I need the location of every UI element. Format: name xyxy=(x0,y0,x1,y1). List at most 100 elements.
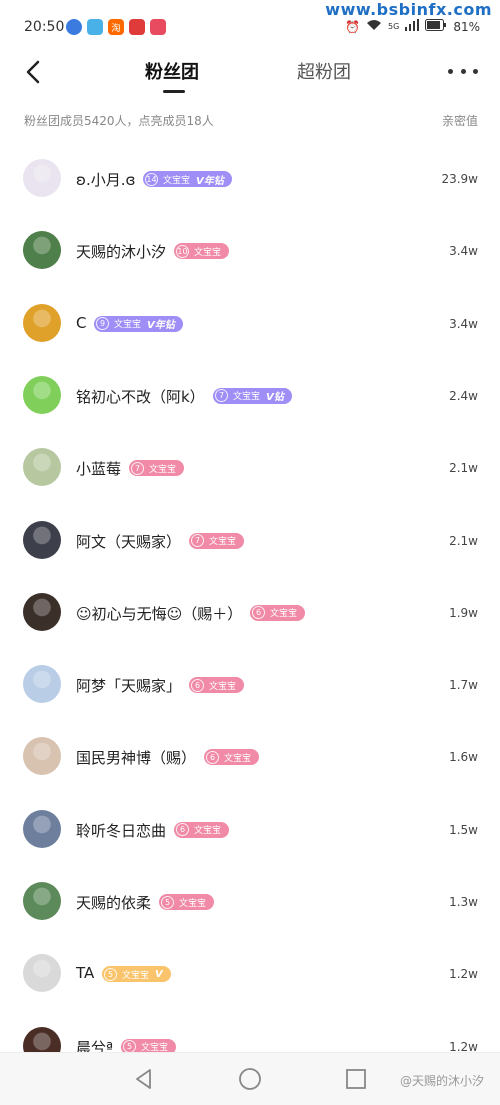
fan-row[interactable]: 天赐的依柔 5 文宝宝 1.3w xyxy=(0,865,500,937)
intimacy-value: 1.7w xyxy=(449,678,478,693)
more-options-button[interactable] xyxy=(448,58,478,84)
fan-level-badge: 7 文宝宝 xyxy=(189,532,245,549)
avatar[interactable] xyxy=(23,954,61,993)
site-watermark: www.bsbinfx.com xyxy=(325,0,492,19)
username[interactable]: TA xyxy=(76,964,94,982)
app-notification-icon xyxy=(150,19,166,35)
nav-home-button[interactable] xyxy=(238,1067,262,1091)
level-number: 6 xyxy=(191,678,204,692)
fan-member-list[interactable]: ʚ.小月.ɞ 14 文宝宝 V年钻 23.9w 天赐的沐小汐 10 文宝宝 3.4w C 9 文宝宝 V… xyxy=(0,142,500,1052)
level-number: 5 xyxy=(104,967,117,981)
avatar[interactable] xyxy=(23,665,61,704)
badge-label: 文宝宝 xyxy=(122,970,150,981)
level-number: 14 xyxy=(145,172,158,186)
back-button[interactable] xyxy=(18,56,50,88)
avatar[interactable] xyxy=(23,159,61,197)
wifi-icon xyxy=(366,19,382,34)
header: 粉丝团 超粉团 xyxy=(0,52,500,94)
badge-label: 文宝宝 xyxy=(209,537,237,547)
username[interactable]: 小蓝莓 xyxy=(76,458,121,479)
fan-row[interactable]: 国民男神博（赐） 6 文宝宝 1.6w xyxy=(0,720,500,792)
more-dot-icon xyxy=(448,68,453,74)
username[interactable]: 铭初心不改（阿k） xyxy=(76,386,205,407)
system-nav-bar: @天赐的沐小汐 xyxy=(0,1052,500,1105)
username[interactable]: 晨兮ª xyxy=(76,1037,113,1052)
vip-tag: V年钻 xyxy=(196,175,224,187)
avatar[interactable] xyxy=(23,520,61,559)
avatar[interactable] xyxy=(23,375,61,414)
status-time: 20:50 xyxy=(24,19,65,35)
username[interactable]: ☺初心与无悔☺（赐＋） xyxy=(76,603,242,624)
avatar[interactable] xyxy=(23,809,61,848)
intimacy-value: 1.3w xyxy=(449,895,478,909)
badge-label: 文宝宝 xyxy=(179,898,207,909)
tab-super-fan-group[interactable]: 超粉团 xyxy=(297,58,351,84)
avatar[interactable] xyxy=(23,448,61,487)
avatar[interactable] xyxy=(23,303,61,342)
avatar[interactable] xyxy=(23,1026,61,1052)
intimacy-value: 2.1w xyxy=(449,461,478,476)
signal-icon xyxy=(405,19,420,34)
avatar[interactable] xyxy=(23,882,61,920)
fan-row[interactable]: 天赐的沐小汐 10 文宝宝 3.4w xyxy=(0,214,500,286)
username[interactable]: 阿梦「天赐家」 xyxy=(76,675,181,696)
fan-row[interactable]: 晨兮ª 5 文宝宝 1.2w xyxy=(0,1010,500,1052)
fan-level-badge: 14 文宝宝 V年钻 xyxy=(143,171,232,187)
badge-label: 文宝宝 xyxy=(149,464,177,475)
intimacy-value: 1.2w xyxy=(449,967,478,982)
level-number: 7 xyxy=(131,461,144,475)
fan-level-badge: 7 文宝宝 xyxy=(129,460,185,477)
tab-fan-group[interactable]: 粉丝团 xyxy=(145,58,199,84)
badge-label: 文宝宝 xyxy=(224,753,252,764)
intimacy-column-header: 亲密值 xyxy=(441,114,478,128)
avatar[interactable] xyxy=(23,592,61,631)
username[interactable]: 天赐的沐小汐 xyxy=(76,241,166,262)
intimacy-value: 1.9w xyxy=(449,605,478,620)
fan-row[interactable]: 阿梦「天赐家」 6 文宝宝 1.7w xyxy=(0,648,500,720)
intimacy-value: 3.4w xyxy=(449,316,478,331)
fan-level-badge: 6 文宝宝 xyxy=(189,677,245,694)
username[interactable]: 国民男神博（赐） xyxy=(76,747,196,768)
nav-back-button[interactable] xyxy=(132,1067,156,1091)
badge-label: 文宝宝 xyxy=(141,1043,169,1052)
fan-level-badge: 9 文宝宝 V年钻 xyxy=(94,315,183,332)
fan-row[interactable]: ʚ.小月.ɞ 14 文宝宝 V年钻 23.9w xyxy=(0,142,500,214)
level-number: 5 xyxy=(123,1040,136,1052)
fan-row[interactable]: ☺初心与无悔☺（赐＋） 6 文宝宝 1.9w xyxy=(0,576,500,648)
username[interactable]: ʚ.小月.ɞ xyxy=(76,169,135,190)
more-dot-icon xyxy=(460,68,466,74)
avatar[interactable] xyxy=(23,231,61,270)
tab-active-indicator xyxy=(163,90,185,93)
vip-tag: V钻 xyxy=(266,392,284,404)
username[interactable]: C xyxy=(76,314,86,332)
level-number: 5 xyxy=(161,895,174,909)
alarm-icon: ⏰ xyxy=(345,19,361,34)
fan-row[interactable]: 铭初心不改（阿k） 7 文宝宝 V钻 2.4w xyxy=(0,359,500,431)
status-app-icons: 淘 xyxy=(66,19,166,35)
username[interactable]: 聆听冬日恋曲 xyxy=(76,820,166,841)
level-number: 6 xyxy=(206,750,219,764)
fan-row[interactable]: TA 5 文宝宝 V 1.2w xyxy=(0,937,500,1009)
chevron-left-icon xyxy=(26,60,40,84)
fan-level-badge: 6 文宝宝 xyxy=(204,749,260,766)
nav-recents-button[interactable] xyxy=(344,1067,368,1091)
battery-icon xyxy=(425,19,447,34)
vip-tag: V年钻 xyxy=(147,320,175,332)
fan-level-badge: 5 文宝宝 xyxy=(121,1038,177,1052)
fan-level-badge: 5 文宝宝 V xyxy=(102,966,171,983)
fan-row[interactable]: 阿文（天赐家） 7 文宝宝 2.1w xyxy=(0,504,500,576)
username[interactable]: 阿文（天赐家） xyxy=(76,531,181,552)
badge-label: 文宝宝 xyxy=(233,392,261,403)
member-summary: 粉丝团成员5420人，点亮成员18人 xyxy=(24,114,214,128)
intimacy-value: 2.1w xyxy=(449,533,478,548)
status-bar: 20:50 淘 ⏰ 5G 81% www.bsbinfx.com xyxy=(0,0,500,52)
fan-row[interactable]: 聆听冬日恋曲 6 文宝宝 1.5w xyxy=(0,793,500,865)
intimacy-value: 1.5w xyxy=(449,822,478,837)
badge-label: 文宝宝 xyxy=(163,175,191,186)
fan-row[interactable]: 小蓝莓 7 文宝宝 2.1w xyxy=(0,431,500,503)
level-number: 7 xyxy=(191,534,204,547)
username[interactable]: 天赐的依柔 xyxy=(76,892,151,913)
avatar[interactable] xyxy=(23,737,61,776)
weibo-watermark: @天赐的沐小汐 xyxy=(399,1074,484,1088)
fan-row[interactable]: C 9 文宝宝 V年钻 3.4w xyxy=(0,287,500,359)
